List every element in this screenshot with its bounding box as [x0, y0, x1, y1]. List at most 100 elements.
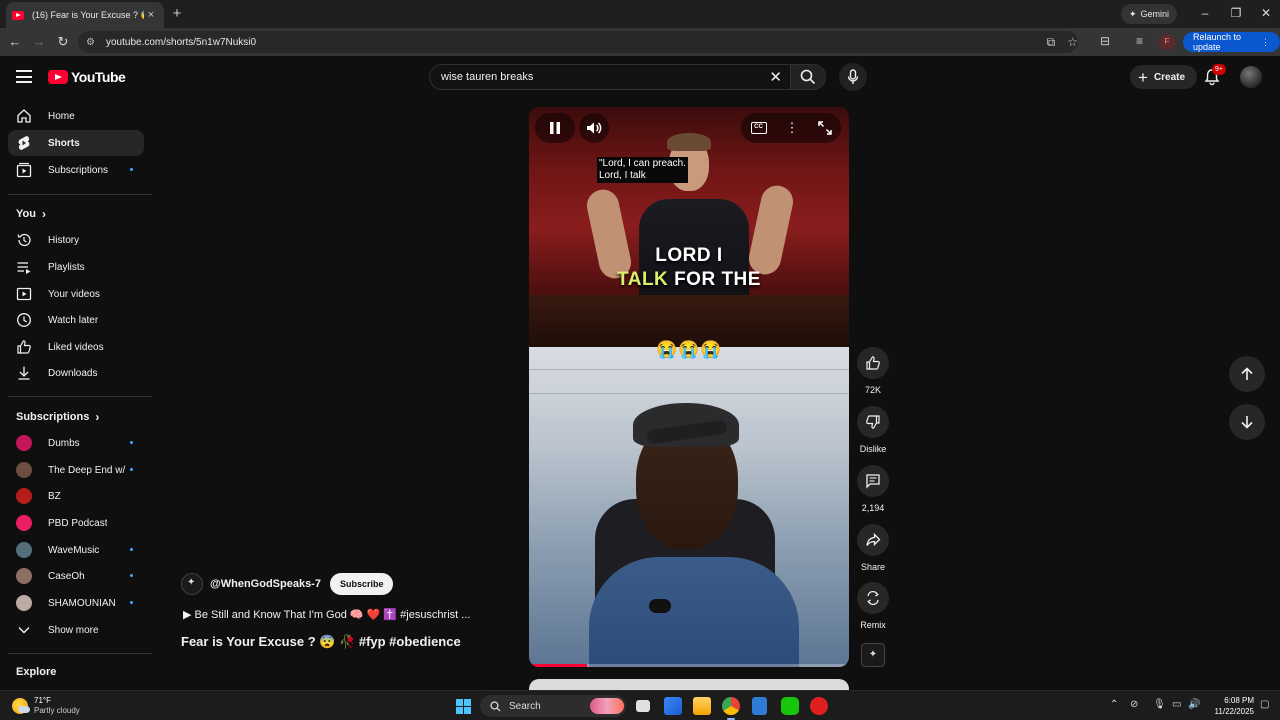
next-short-button[interactable] [1229, 404, 1265, 440]
minimize-icon[interactable]: – [1198, 6, 1212, 20]
create-button[interactable]: + Create [1130, 65, 1198, 89]
reading-list-icon[interactable]: ≡ [1136, 34, 1143, 48]
sidebar-item-your-videos[interactable]: Your videos [8, 281, 144, 307]
profile-avatar[interactable]: F [1159, 34, 1175, 50]
sidebar-channel-pbd-podcast[interactable]: PBD Podcast [8, 510, 144, 536]
subscribe-button[interactable]: Subscribe [329, 573, 394, 595]
youtube-favicon-icon [12, 10, 24, 20]
address-bar[interactable]: ⚙ youtube.com/shorts/5n1w7Nuksi0 ⧉ ☆ [78, 31, 1078, 53]
channel-avatar[interactable] [181, 573, 203, 595]
restore-icon[interactable]: ❐ [1229, 6, 1243, 20]
sidebar-divider [8, 194, 152, 195]
file-explorer-icon[interactable] [693, 697, 711, 715]
channel-avatar [16, 568, 32, 584]
microphone-tray-icon[interactable]: 🎙 [1153, 699, 1166, 710]
network-icon[interactable]: ⊘ [1130, 699, 1138, 710]
relaunch-label: Relaunch to update [1193, 32, 1242, 52]
recorder-app-icon[interactable] [810, 697, 828, 715]
comments-action[interactable]: 2,194 [855, 465, 891, 513]
sidebar-show-more[interactable]: Show more [8, 617, 144, 643]
notifications-button[interactable]: 9+ [1203, 64, 1226, 88]
fullscreen-icon[interactable] [817, 121, 832, 135]
short-title[interactable]: Fear is Your Excuse ? 😨 🥀 #fyp #obedienc… [181, 634, 461, 650]
gemini-label: Gemini [1140, 9, 1170, 19]
remix-button[interactable] [857, 582, 889, 614]
new-tab-button[interactable]: + [170, 5, 184, 22]
share-action[interactable]: Share [855, 524, 891, 572]
search-button[interactable] [790, 64, 826, 90]
sidebar-item-watch-later[interactable]: Watch later [8, 307, 144, 333]
comments-button[interactable] [857, 465, 889, 497]
tab-close-icon[interactable]: × [144, 9, 158, 21]
window-close-icon[interactable]: ✕ [1259, 6, 1273, 20]
more-options-icon[interactable]: ⋮ [786, 120, 799, 136]
chrome-icon[interactable] [722, 697, 740, 715]
back-icon[interactable]: ← [7, 34, 23, 49]
captions-icon[interactable]: CC [750, 122, 767, 134]
voice-search-button[interactable] [839, 63, 867, 91]
previous-short-button[interactable] [1229, 356, 1265, 392]
subscriptions-section-heading[interactable]: Subscriptions › [16, 410, 99, 424]
volume-icon [587, 122, 602, 134]
windows-start-icon[interactable] [456, 699, 471, 714]
thumbs-down-icon [866, 415, 880, 429]
gemini-button[interactable]: ✦ Gemini [1121, 4, 1178, 24]
display-icon[interactable]: ▭ [1172, 699, 1181, 710]
remix-action[interactable]: Remix [855, 582, 891, 630]
ceiling-grid-line [529, 369, 849, 370]
dislike-button[interactable] [857, 406, 889, 438]
chevron-down-icon [16, 622, 32, 638]
like-button[interactable] [857, 347, 889, 379]
system-clock[interactable]: 6:08 PM 11/22/2025 [1208, 695, 1254, 717]
account-avatar[interactable] [1240, 66, 1262, 88]
menu-icon[interactable] [16, 70, 32, 87]
liked-videos-icon [16, 339, 32, 355]
like-action[interactable]: 72K [855, 347, 891, 395]
sound-thumbnail[interactable]: ✦ [861, 643, 885, 667]
volume-button[interactable] [579, 113, 609, 143]
forward-icon[interactable]: → [31, 34, 47, 49]
sidebar-channel-caseoh[interactable]: CaseOh [8, 563, 144, 589]
tab-search-icon[interactable]: ⊟ [1100, 34, 1110, 48]
shorts-video-player[interactable]: "Lord, I can preach. Lord, I talk LORD I… [529, 107, 849, 667]
taskbar-search[interactable]: Search [480, 695, 626, 717]
new-content-dot [130, 548, 133, 551]
you-section-heading[interactable]: You › [16, 207, 46, 221]
site-info-icon[interactable]: ⚙ [86, 37, 98, 48]
notepad-icon[interactable] [752, 697, 767, 715]
sidebar-channel-bz[interactable]: BZ [8, 483, 144, 509]
video-progress-bar[interactable] [529, 664, 849, 667]
reload-icon[interactable]: ↻ [55, 34, 71, 50]
share-button[interactable] [857, 524, 889, 556]
sidebar-channel-wavemusic[interactable]: WaveMusic [8, 537, 144, 563]
weather-widget[interactable]: 71°F Partly cloudy [12, 696, 80, 716]
youtube-logo[interactable]: YouTube [48, 69, 126, 85]
sidebar-item-shorts[interactable]: Shorts [8, 130, 144, 156]
search-input[interactable]: wise tauren breaks ✕ [429, 64, 790, 90]
speaker-icon[interactable]: 🔊 [1188, 699, 1200, 710]
sidebar-item-liked-videos[interactable]: Liked videos [8, 334, 144, 360]
sidebar-item-history[interactable]: History [8, 227, 144, 253]
dislike-action[interactable]: Dislike [855, 406, 891, 454]
short-description[interactable]: ▶ Be Still and Know That I'm God 🧠 ❤️ ✝️… [183, 608, 470, 621]
sidebar-item-home[interactable]: Home [8, 103, 144, 129]
sidebar-channel-the-deep-end[interactable]: The Deep End w/... [8, 457, 144, 483]
sidebar-item-subscriptions[interactable]: Subscriptions [8, 157, 144, 183]
pause-button[interactable] [535, 113, 575, 143]
sidebar-channel-dumbs[interactable]: Dumbs [8, 430, 144, 456]
clear-search-icon[interactable]: ✕ [769, 68, 782, 86]
photos-app-icon[interactable] [664, 697, 682, 715]
sidebar-channel-shamounian[interactable]: SHAMOUNIAN [8, 590, 144, 616]
channel-handle[interactable]: @WhenGodSpeaks-7 [210, 578, 321, 590]
relaunch-button[interactable]: Relaunch to update ⋮ [1183, 32, 1280, 52]
task-view-icon[interactable] [636, 700, 650, 712]
show-hidden-icons[interactable]: ⌃ [1110, 699, 1118, 710]
game-app-icon[interactable] [781, 697, 799, 715]
pause-icon [550, 122, 560, 134]
browser-tab-active[interactable]: (16) Fear is Your Excuse ? 😨 🔊 × [6, 2, 164, 28]
sidebar-item-downloads[interactable]: Downloads [8, 360, 144, 386]
notification-center-icon[interactable]: ▢ [1260, 699, 1269, 710]
install-app-icon[interactable]: ⧉ [1047, 35, 1056, 50]
bookmark-star-icon[interactable]: ☆ [1067, 35, 1078, 50]
sidebar-item-playlists[interactable]: Playlists [8, 254, 144, 280]
